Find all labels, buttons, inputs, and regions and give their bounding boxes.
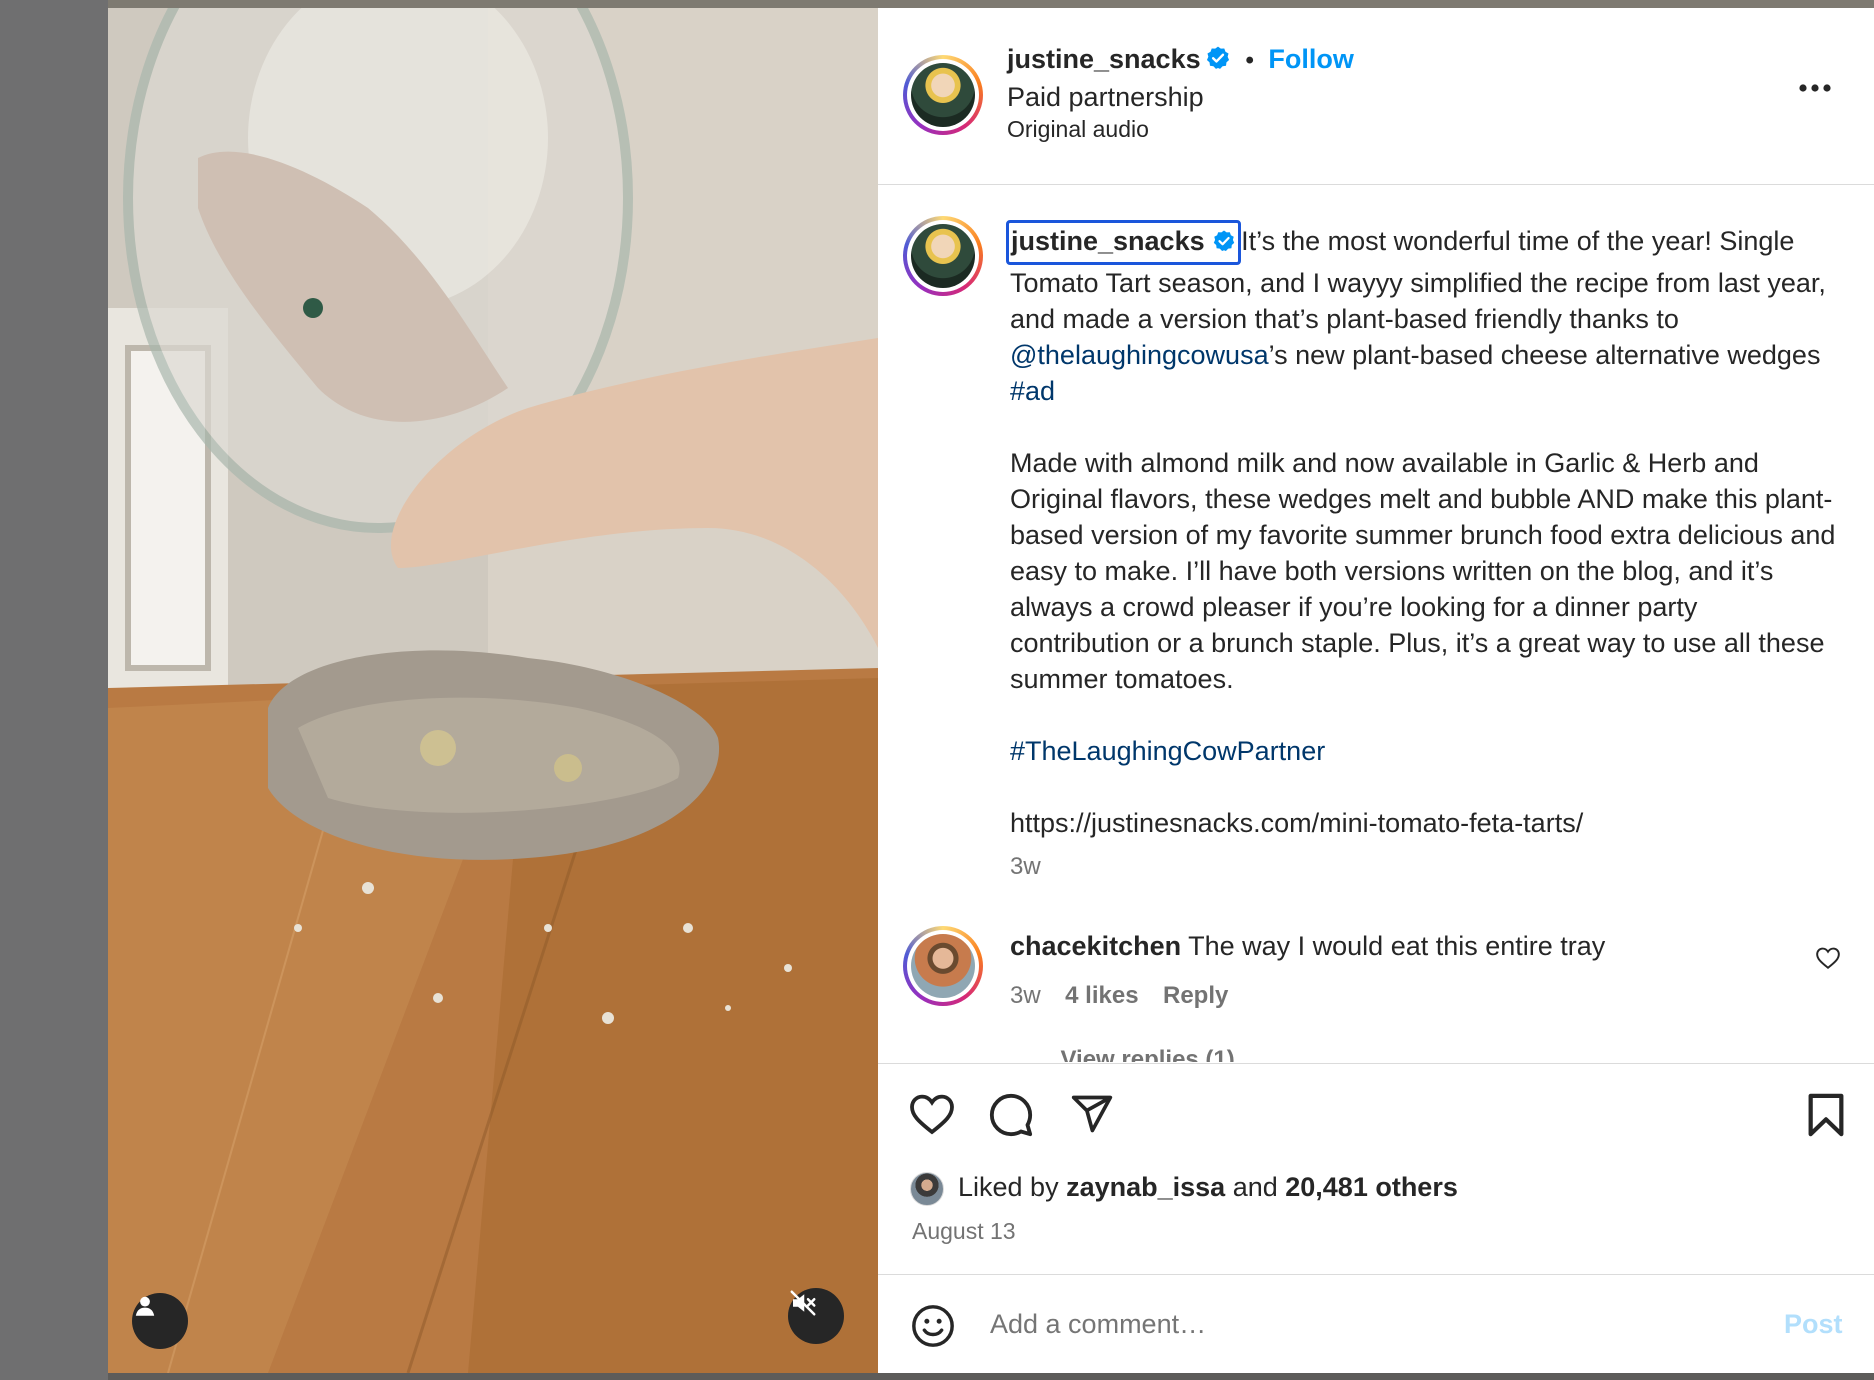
comments-scroll-area[interactable]: justine_snacks It’s the most wonderful t…	[878, 186, 1874, 1062]
original-audio-link[interactable]: Original audio	[1007, 116, 1149, 143]
backdrop-top-edge	[108, 0, 1874, 8]
share-button[interactable]	[1070, 1092, 1114, 1141]
heart-icon	[1816, 947, 1840, 969]
comment-likes[interactable]: 4 likes	[1065, 982, 1138, 1009]
comment-button[interactable]	[988, 1092, 1034, 1143]
follow-button[interactable]: Follow	[1268, 44, 1353, 74]
comment-icon	[989, 1093, 1033, 1137]
verified-icon	[1205, 45, 1231, 76]
commenter-avatar[interactable]	[903, 926, 983, 1006]
comment-meta: 3w 4 likes Reply	[1010, 982, 1228, 1010]
liker-username[interactable]: zaynab_issa	[1066, 1172, 1225, 1202]
post-actions: Liked by zaynab_issa and 20,481 others A…	[878, 1063, 1874, 1275]
mute-icon	[790, 1290, 816, 1316]
commenter-username[interactable]: chacekitchen	[1010, 931, 1181, 961]
post-date[interactable]: August 13	[912, 1218, 1016, 1245]
more-options-button[interactable]	[1798, 80, 1832, 98]
save-button[interactable]	[1806, 1092, 1846, 1143]
caption-url: https://justinesnacks.com/mini-tomato-fe…	[1010, 808, 1584, 838]
tagged-users-button[interactable]	[132, 1293, 188, 1349]
video-player[interactable]	[108, 8, 878, 1373]
like-button[interactable]	[908, 1092, 956, 1141]
caption-paragraph-2: Made with almond milk and now available …	[1010, 448, 1836, 694]
mute-toggle-button[interactable]	[788, 1288, 844, 1344]
post-details-panel: justine_snacks • Follow Paid partnership…	[878, 8, 1874, 1373]
heart-icon	[910, 1094, 954, 1135]
mention-link[interactable]: @thelaughingcowusa	[1010, 340, 1269, 370]
user-icon	[135, 1296, 155, 1316]
comment-composer: Post	[878, 1275, 1874, 1373]
emoji-icon	[912, 1305, 954, 1347]
paid-partnership-label[interactable]: Paid partnership	[1007, 82, 1204, 113]
caption-username-focused[interactable]: justine_snacks	[1006, 220, 1242, 265]
author-avatar[interactable]	[903, 55, 983, 135]
likes-others-link[interactable]: 20,481 others	[1285, 1172, 1458, 1202]
video-frame-illustration	[108, 8, 878, 1373]
share-icon	[1071, 1095, 1113, 1133]
comment-like-button[interactable]	[1815, 946, 1841, 975]
hashtag-ad-link[interactable]: #ad	[1010, 376, 1055, 406]
comment-text: The way I would eat this entire tray	[1188, 931, 1606, 961]
likes-summary: Liked by zaynab_issa and 20,481 others	[958, 1172, 1458, 1203]
comment-item: chacekitchen The way I would eat this en…	[1010, 928, 1770, 964]
caption-timestamp[interactable]: 3w	[1010, 849, 1840, 885]
caption-username[interactable]: justine_snacks	[1011, 226, 1205, 256]
view-replies-link[interactable]: View replies (1)	[1060, 1046, 1234, 1062]
bookmark-icon	[1808, 1093, 1844, 1137]
liker-avatar[interactable]	[910, 1172, 944, 1206]
comment-input[interactable]	[990, 1301, 1730, 1347]
caption: justine_snacks It’s the most wonderful t…	[1006, 220, 1840, 885]
comment-reply-button[interactable]: Reply	[1163, 982, 1228, 1009]
header-separator: •	[1245, 47, 1254, 74]
comment-timestamp[interactable]: 3w	[1010, 982, 1041, 1009]
likes-prefix: Liked by	[958, 1172, 1067, 1202]
backdrop-left-edge	[0, 0, 108, 1380]
author-username[interactable]: justine_snacks	[1007, 44, 1201, 74]
hashtag-partner-link[interactable]: #TheLaughingCowPartner	[1010, 736, 1325, 766]
likes-middle: and	[1225, 1172, 1286, 1202]
caption-text-part2: ’s new plant-based cheese alternative we…	[1268, 340, 1821, 370]
caption-author-avatar[interactable]	[903, 216, 983, 296]
header-title-row: justine_snacks • Follow	[1007, 44, 1354, 76]
more-icon	[1799, 84, 1831, 92]
post-header: justine_snacks • Follow Paid partnership…	[878, 8, 1874, 185]
view-replies-row[interactable]: View replies (1)	[1010, 1046, 1234, 1062]
post-comment-button[interactable]: Post	[1784, 1309, 1843, 1340]
emoji-button[interactable]	[910, 1303, 956, 1354]
verified-icon	[1212, 226, 1236, 262]
